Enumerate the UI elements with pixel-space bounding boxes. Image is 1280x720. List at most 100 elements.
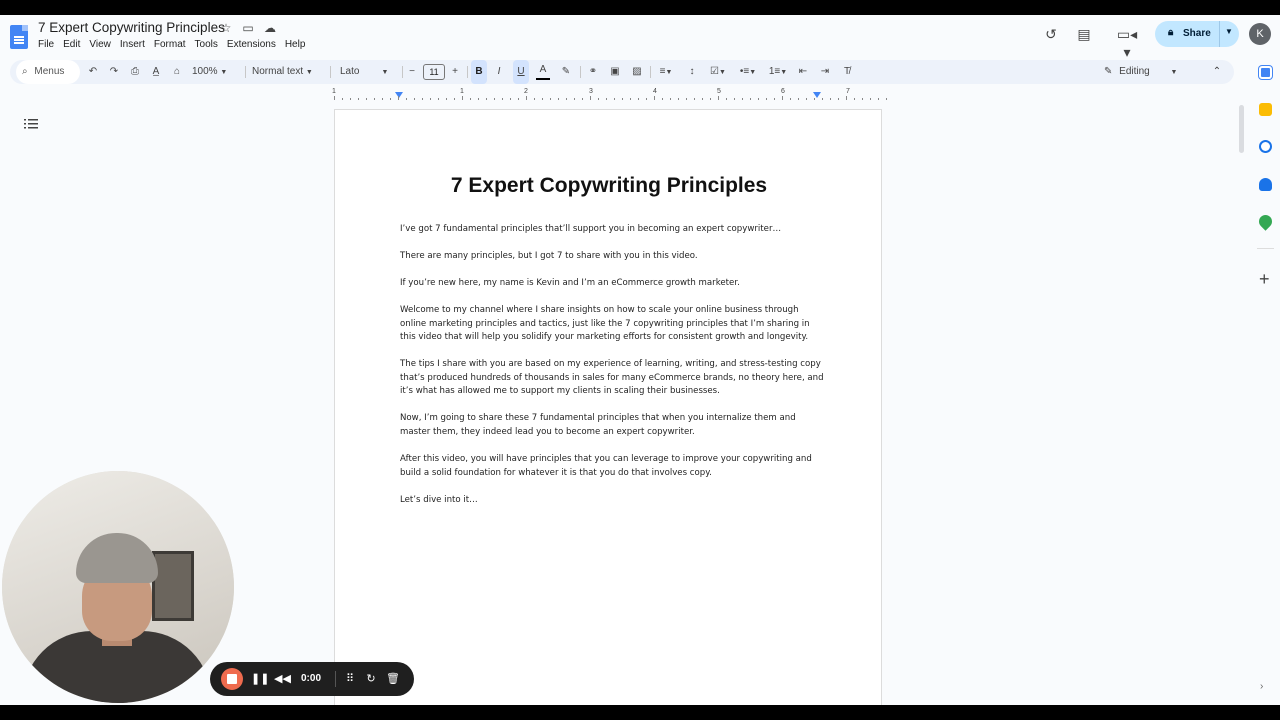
collapse-toolbar-icon[interactable]: ⌃ bbox=[1210, 60, 1224, 84]
pencil-icon: ✎ bbox=[1104, 66, 1113, 77]
restart-icon[interactable]: ↻ bbox=[364, 662, 378, 696]
document-heading[interactable]: 7 Expert Copywriting Principles bbox=[335, 174, 883, 198]
undo-icon[interactable]: ↶ bbox=[86, 60, 100, 84]
increase-font-size-icon[interactable]: + bbox=[449, 60, 461, 84]
paragraph[interactable]: If you’re new here, my name is Kevin and… bbox=[400, 277, 826, 291]
document-title[interactable]: 7 Expert Copywriting Principles bbox=[38, 20, 225, 35]
menu-format[interactable]: Format bbox=[154, 39, 186, 50]
ruler-tick bbox=[382, 98, 383, 100]
paragraph[interactable]: Let’s dive into it… bbox=[400, 494, 826, 508]
ruler-tick bbox=[710, 98, 711, 100]
add-addon-icon[interactable]: + bbox=[1259, 270, 1270, 288]
menu-tools[interactable]: Tools bbox=[195, 39, 218, 50]
italic-icon[interactable]: I bbox=[492, 60, 506, 84]
recording-timer: 0:00 bbox=[301, 673, 322, 684]
ruler-tick bbox=[358, 98, 359, 100]
ruler-tick bbox=[486, 98, 487, 100]
ruler-tick bbox=[774, 98, 775, 100]
version-history-icon[interactable]: ↺ bbox=[1042, 25, 1060, 43]
keep-icon[interactable] bbox=[1259, 103, 1272, 116]
comments-icon[interactable]: ▤ bbox=[1075, 25, 1093, 43]
menu-view[interactable]: View bbox=[89, 39, 111, 50]
ruler-tick bbox=[694, 98, 695, 100]
ruler-tick bbox=[838, 98, 839, 100]
search-menus-input[interactable]: ⌕ Menus bbox=[16, 60, 80, 84]
document-outline-icon[interactable] bbox=[24, 117, 38, 129]
decrease-indent-icon[interactable]: ⇤ bbox=[796, 60, 810, 84]
stop-recording-button[interactable] bbox=[221, 668, 243, 690]
bold-icon[interactable]: B bbox=[471, 60, 487, 84]
decrease-font-size-icon[interactable]: − bbox=[406, 60, 418, 84]
vertical-scrollbar[interactable] bbox=[1239, 105, 1244, 153]
ruler-tick bbox=[686, 98, 687, 100]
font-value: Lato bbox=[340, 66, 360, 77]
tasks-icon[interactable] bbox=[1259, 140, 1272, 153]
font-size-input[interactable]: 11 bbox=[423, 64, 445, 80]
add-comment-icon[interactable]: ▣ bbox=[608, 60, 622, 84]
share-button[interactable]: 🔒︎ Share ▼ bbox=[1155, 21, 1239, 47]
paint-format-icon[interactable]: ⌂ bbox=[170, 60, 184, 84]
zoom-value: 100% bbox=[192, 66, 218, 77]
zoom-select[interactable]: 100% ▼ bbox=[192, 60, 238, 84]
share-dropdown-icon[interactable]: ▼ bbox=[1225, 27, 1233, 36]
ruler-tick bbox=[438, 98, 439, 100]
contacts-icon[interactable] bbox=[1259, 178, 1272, 191]
highlight-icon[interactable]: ✎ bbox=[559, 60, 573, 84]
menu-help[interactable]: Help bbox=[285, 39, 306, 50]
document-page[interactable]: 7 Expert Copywriting Principles I’ve got… bbox=[334, 109, 882, 705]
increase-indent-icon[interactable]: ⇥ bbox=[818, 60, 832, 84]
ruler-tick bbox=[726, 98, 727, 100]
menus-label: Menus bbox=[34, 66, 65, 77]
insert-image-icon[interactable]: ▨ bbox=[630, 60, 644, 84]
paragraph[interactable]: Welcome to my channel where I share insi… bbox=[400, 304, 826, 345]
clear-formatting-icon[interactable]: T̸ bbox=[840, 60, 854, 84]
docs-logo-icon[interactable] bbox=[10, 25, 28, 49]
paragraph[interactable]: The tips I share with you are based on m… bbox=[400, 358, 826, 399]
paragraph[interactable]: I’ve got 7 fundamental principles that’l… bbox=[400, 223, 826, 237]
maps-icon[interactable] bbox=[1256, 212, 1275, 231]
drag-handle-icon[interactable]: ⠿ bbox=[343, 662, 357, 696]
account-avatar[interactable]: K bbox=[1249, 23, 1271, 45]
cloud-status-icon[interactable]: ☁ bbox=[263, 21, 277, 35]
menu-extensions[interactable]: Extensions bbox=[227, 39, 276, 50]
print-icon[interactable]: ⎙ bbox=[128, 60, 142, 84]
ruler-number: 1 bbox=[460, 88, 464, 95]
redo-icon[interactable]: ↷ bbox=[107, 60, 121, 84]
delete-icon[interactable]: 🗑︎ bbox=[386, 662, 400, 696]
bulleted-list-icon[interactable]: •≡▼ bbox=[736, 60, 760, 84]
webcam-bubble[interactable] bbox=[2, 471, 234, 703]
rewind-icon[interactable]: ◀◀ bbox=[274, 662, 291, 696]
menu-edit[interactable]: Edit bbox=[63, 39, 80, 50]
paragraph[interactable]: After this video, you will have principl… bbox=[400, 453, 826, 480]
style-select[interactable]: Normal text ▼ bbox=[252, 60, 324, 84]
numbered-list-icon[interactable]: 1≡▼ bbox=[766, 60, 790, 84]
ruler-tick bbox=[470, 98, 471, 100]
paragraph[interactable]: There are many principles, but I got 7 t… bbox=[400, 250, 826, 264]
pause-icon[interactable]: ❚❚ bbox=[251, 662, 269, 696]
left-indent-marker[interactable] bbox=[395, 92, 403, 98]
editing-mode-select[interactable]: ✎ Editing ▼ bbox=[1104, 60, 1194, 84]
font-select[interactable]: Lato ▼ bbox=[340, 60, 396, 84]
move-folder-icon[interactable]: ▭ bbox=[241, 21, 255, 35]
menu-insert[interactable]: Insert bbox=[120, 39, 145, 50]
ruler-tick bbox=[718, 96, 719, 100]
star-icon[interactable]: ☆ bbox=[219, 21, 233, 35]
insert-link-icon[interactable]: ⚭ bbox=[586, 60, 600, 84]
spellcheck-icon[interactable]: A̲ bbox=[149, 60, 163, 84]
meet-icon[interactable]: ▭◂ ▾ bbox=[1112, 25, 1142, 60]
calendar-icon[interactable] bbox=[1259, 66, 1272, 79]
ruler-tick bbox=[366, 98, 367, 100]
checklist-icon[interactable]: ☑▼ bbox=[706, 60, 730, 84]
horizontal-ruler[interactable]: 1 1 2 3 4 5 6 7 bbox=[332, 88, 887, 100]
align-icon[interactable]: ≡▼ bbox=[655, 60, 677, 84]
text-color-icon[interactable]: A bbox=[536, 60, 550, 80]
underline-icon[interactable]: U bbox=[513, 60, 529, 84]
ruler-tick bbox=[742, 98, 743, 100]
chevron-down-icon: ▼ bbox=[220, 69, 228, 76]
show-side-panel-icon[interactable]: › bbox=[1260, 681, 1263, 692]
ruler-tick bbox=[510, 98, 511, 100]
menu-file[interactable]: File bbox=[38, 39, 54, 50]
paragraph[interactable]: Now, I’m going to share these 7 fundamen… bbox=[400, 412, 826, 439]
line-spacing-icon[interactable]: ↕ bbox=[684, 60, 700, 84]
menu-bar: File Edit View Insert Format Tools Exten… bbox=[38, 39, 305, 50]
